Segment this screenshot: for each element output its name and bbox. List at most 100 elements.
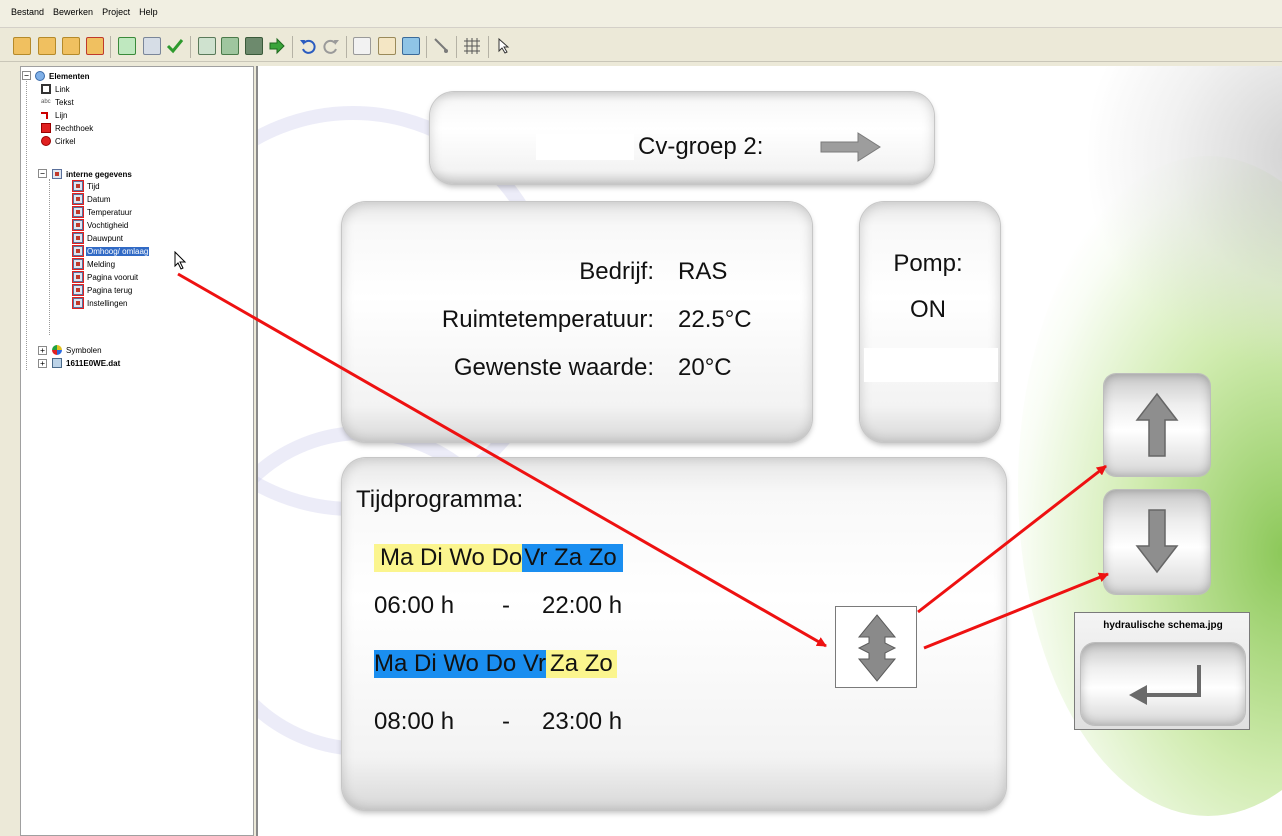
menu-help[interactable]: Help — [139, 7, 158, 17]
data-icon — [72, 284, 84, 296]
data-icon — [72, 245, 84, 257]
line-icon — [41, 110, 51, 120]
menu-project[interactable]: Project — [102, 7, 130, 17]
status-label-bedrijf: Bedrijf: — [579, 258, 654, 285]
return-button[interactable] — [1081, 643, 1245, 725]
tree-guide — [49, 179, 50, 335]
status-value-bedrijf: RAS — [678, 258, 728, 285]
text-icon: abc — [41, 99, 51, 105]
scroll-up-button[interactable] — [1104, 374, 1210, 476]
toolbar-separator — [488, 36, 489, 58]
data-icon — [72, 206, 84, 218]
schedule1-start: 06:00 h — [374, 592, 455, 619]
toolbar — [0, 28, 1282, 62]
schedule2-days: Ma Di Wo Do Vr Za Zo — [374, 650, 617, 678]
app-window: Bestand Bewerken Project Help − Elemente… — [0, 0, 1282, 836]
tree-item-tijd[interactable]: Tijd — [72, 180, 101, 192]
hydraulic-schema-label: hydraulische schema.jpg — [1103, 620, 1223, 631]
tree-item-datum[interactable]: Datum — [72, 193, 112, 205]
status-label-ruimtetemperatuur: Ruimtetemperatuur: — [441, 306, 654, 333]
tree-item-lijn[interactable]: Lijn — [41, 109, 68, 121]
export-icon[interactable] — [245, 37, 263, 55]
schedule1-separator: - — [502, 592, 510, 619]
link-icon — [41, 84, 51, 94]
open-project-icon[interactable] — [38, 37, 56, 55]
text-field — [536, 134, 634, 160]
mouse-cursor-icon — [174, 250, 188, 275]
undo-icon[interactable] — [299, 37, 317, 55]
data-icon — [72, 193, 84, 205]
redo-icon[interactable] — [322, 37, 340, 55]
data-icon — [72, 232, 84, 244]
toolbar-separator — [456, 36, 457, 58]
menu-bar: Bestand Bewerken Project Help — [0, 0, 1282, 28]
tree-item-instellingen[interactable]: Instellingen — [72, 297, 128, 309]
symbols-icon — [52, 345, 62, 355]
hydraulic-schema-button[interactable]: hydraulische schema.jpg — [1074, 612, 1250, 730]
expand-toggle[interactable]: + — [38, 346, 47, 355]
grid-icon[interactable] — [463, 37, 481, 55]
collapse-toggle[interactable]: − — [22, 71, 31, 80]
toolbar-separator — [110, 36, 111, 58]
tree-item-cirkel[interactable]: Cirkel — [41, 135, 76, 147]
toolbar-separator — [426, 36, 427, 58]
schedule1-days: Ma Di Wo DoVr Za Zo — [374, 544, 623, 572]
data-icon — [72, 297, 84, 309]
schedule1-days-off: Vr Za Zo — [522, 544, 623, 572]
tree-item-temperatuur[interactable]: Temperatuur — [72, 206, 133, 218]
tree-item-vochtigheid[interactable]: Vochtigheid — [72, 219, 129, 231]
text-field — [864, 348, 998, 382]
up-down-element[interactable] — [835, 606, 917, 688]
import-icon[interactable] — [221, 37, 239, 55]
copy-icon[interactable] — [353, 37, 371, 55]
element-tree: − Elementen Link abc Tekst Lijn Rechthoe… — [20, 66, 254, 836]
rectangle-icon — [41, 123, 51, 133]
tree-item-melding[interactable]: Melding — [72, 258, 116, 270]
design-canvas[interactable]: Cv-groep 2: Bedrijf: RAS Ruimtetemperatu… — [256, 66, 1282, 836]
tree-root-elementen[interactable]: Elementen — [35, 70, 90, 82]
next-icon[interactable] — [268, 37, 286, 55]
page-icon[interactable] — [198, 37, 216, 55]
schedule2-days-on: Ma Di Wo Do Vr — [374, 650, 547, 678]
open-folder-icon[interactable] — [13, 37, 31, 55]
compile-icon[interactable] — [118, 37, 136, 55]
menu-bewerken[interactable]: Bewerken — [53, 7, 93, 17]
tree-item-omhoog-omlaag[interactable]: Omhoog/ omlaag — [72, 245, 150, 257]
close-icon[interactable] — [86, 37, 104, 55]
pump-value: ON — [910, 296, 946, 323]
collapse-toggle[interactable]: − — [38, 169, 47, 178]
tree-item-symbolen[interactable]: Symbolen — [52, 344, 103, 356]
tree-item-rechthoek[interactable]: Rechthoek — [41, 122, 94, 134]
schedule2-separator: - — [502, 708, 510, 735]
schedule2-days-off: Za Zo — [546, 650, 617, 678]
expand-toggle[interactable]: + — [38, 359, 47, 368]
group-title: Cv-groep 2: — [638, 133, 764, 160]
tree-item-dauwpunt[interactable]: Dauwpunt — [72, 232, 124, 244]
data-icon — [72, 180, 84, 192]
tree-item-dat-file[interactable]: 1611E0WE.dat — [52, 357, 121, 369]
toolbar-separator — [292, 36, 293, 58]
scroll-down-button[interactable] — [1104, 490, 1210, 594]
tree-item-tekst[interactable]: abc Tekst — [41, 96, 75, 108]
data-folder-icon — [52, 169, 62, 179]
paste-icon[interactable] — [378, 37, 396, 55]
cursor-icon[interactable] — [495, 37, 513, 55]
globe-icon — [35, 71, 45, 81]
save-icon[interactable] — [62, 37, 80, 55]
circle-icon — [41, 136, 51, 146]
tree-item-pagina-terug[interactable]: Pagina terug — [72, 284, 133, 296]
schedule2-start: 08:00 h — [374, 708, 455, 735]
dat-icon[interactable] — [143, 37, 161, 55]
schedule1-end: 22:00 h — [542, 592, 623, 619]
arrow-right-icon[interactable] — [820, 132, 882, 166]
tree-item-pagina-vooruit[interactable]: Pagina vooruit — [72, 271, 139, 283]
check-icon[interactable] — [166, 37, 184, 55]
tree-group-interne-gegevens[interactable]: interne gegevens — [52, 168, 133, 180]
pointer-icon[interactable] — [432, 37, 450, 55]
data-icon — [72, 219, 84, 231]
image-icon[interactable] — [402, 37, 420, 55]
schedule2-end: 23:00 h — [542, 708, 623, 735]
menu-bestand[interactable]: Bestand — [11, 7, 44, 17]
toolbar-separator — [346, 36, 347, 58]
tree-item-link[interactable]: Link — [41, 83, 71, 95]
